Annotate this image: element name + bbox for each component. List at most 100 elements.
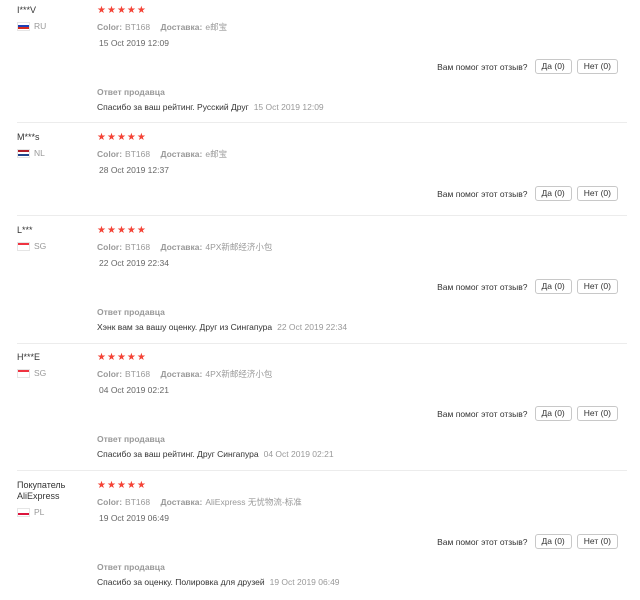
review-date: 28 Oct 2019 12:37 (99, 165, 169, 175)
seller-reply-label: Ответ продавца (97, 307, 165, 317)
delivery-label: Доставка: (160, 497, 203, 507)
helpful-question: Вам помог этот отзыв? (437, 61, 528, 72)
color-value: BT168 (125, 497, 151, 507)
helpful-no-button[interactable]: Нет (0) (576, 279, 618, 294)
delivery-value: 4PX新邮经济小包 (205, 369, 273, 379)
helpful-yes-button[interactable]: Да (0) (534, 406, 572, 421)
helpful-vote: Вам помог этот отзыв? Да (0) Нет (0) (437, 279, 618, 294)
helpful-vote: Вам помог этот отзыв? Да (0) Нет (0) (437, 186, 618, 201)
reviewer-name: M***s (17, 132, 40, 142)
country-code: NL (34, 148, 45, 158)
color-label: Color: (97, 22, 123, 32)
star-icon: ★ (136, 225, 146, 236)
seller-reply: Спасибо за ваш рейтинг. Друг Сингапура 04… (97, 449, 334, 459)
country-flag-icon (17, 21, 30, 31)
order-info: Color: BT168 Доставка: e邮宝 (97, 148, 227, 160)
star-icon: ★ (136, 352, 146, 363)
seller-reply-label: Ответ продавца (97, 562, 165, 572)
helpful-yes-button[interactable]: Да (0) (534, 279, 572, 294)
star-icon: ★ (106, 352, 116, 363)
star-icon: ★ (97, 480, 106, 491)
review-divider (17, 215, 627, 216)
country-flag-icon (17, 241, 30, 251)
star-icon: ★ (97, 5, 106, 16)
seller-reply-text: Спасибо за ваш рейтинг. Русский Друг (97, 102, 249, 112)
country-flag-icon (17, 507, 30, 517)
helpful-no-button[interactable]: Нет (0) (576, 186, 618, 201)
reviewer-country: NL (17, 148, 45, 158)
star-icon: ★ (126, 480, 136, 491)
delivery-label: Доставка: (160, 242, 203, 252)
helpful-question: Вам помог этот отзыв? (437, 281, 528, 292)
color-value: BT168 (125, 369, 151, 379)
reviewer-country: SG (17, 241, 46, 251)
star-icon: ★ (106, 225, 116, 236)
order-info: Color: BT168 Доставка: e邮宝 (97, 21, 227, 33)
color-value: BT168 (125, 242, 151, 252)
helpful-no-button[interactable]: Нет (0) (576, 59, 618, 74)
delivery-value: e邮宝 (205, 22, 228, 32)
helpful-vote: Вам помог этот отзыв? Да (0) Нет (0) (437, 59, 618, 74)
star-icon: ★ (136, 132, 146, 143)
helpful-no-button[interactable]: Нет (0) (576, 406, 618, 421)
star-icon: ★ (136, 480, 146, 491)
star-rating: ★ ★ ★ ★ ★ (97, 353, 146, 363)
seller-reply-date: 22 Oct 2019 22:34 (277, 322, 348, 332)
review-date: 19 Oct 2019 06:49 (99, 513, 169, 523)
color-label: Color: (97, 149, 123, 159)
seller-reply: Спасибо за ваш рейтинг. Русский Друг 15 O… (97, 102, 324, 112)
review-divider (17, 122, 627, 123)
star-icon: ★ (106, 5, 116, 16)
helpful-question: Вам помог этот отзыв? (437, 408, 528, 419)
delivery-value: AliExpress 无忧物流-标准 (205, 497, 302, 507)
seller-reply: Спасибо за оценку. Полировка для друзей 1… (97, 577, 340, 587)
reviewer-name: Покупатель AliExpress (17, 480, 66, 501)
color-label: Color: (97, 369, 123, 379)
review-divider (17, 470, 627, 471)
star-icon: ★ (126, 5, 136, 16)
star-icon: ★ (126, 132, 136, 143)
star-icon: ★ (116, 132, 126, 143)
star-rating: ★ ★ ★ ★ ★ (97, 226, 146, 236)
delivery-value: e邮宝 (205, 149, 228, 159)
star-icon: ★ (116, 5, 126, 16)
star-rating: ★ ★ ★ ★ ★ (97, 6, 146, 16)
helpful-yes-button[interactable]: Да (0) (534, 59, 572, 74)
seller-reply-date: 19 Oct 2019 06:49 (269, 577, 340, 587)
delivery-label: Доставка: (160, 22, 203, 32)
reviewer-name: H***E (17, 352, 41, 362)
helpful-vote: Вам помог этот отзыв? Да (0) Нет (0) (437, 406, 618, 421)
reviewer-name: L*** (17, 225, 33, 235)
helpful-yes-button[interactable]: Да (0) (534, 186, 572, 201)
star-rating: ★ ★ ★ ★ ★ (97, 481, 146, 491)
star-icon: ★ (106, 480, 116, 491)
country-flag-icon (17, 368, 30, 378)
review-divider (17, 343, 627, 344)
color-label: Color: (97, 242, 123, 252)
seller-reply-date: 04 Oct 2019 02:21 (263, 449, 334, 459)
country-code: PL (34, 507, 45, 517)
seller-reply-label: Ответ продавца (97, 87, 165, 97)
seller-reply-text: Хэнк вам за вашу оценку. Друг из Сингапу… (97, 322, 273, 332)
reviewer-name: I***V (17, 5, 37, 15)
helpful-question: Вам помог этот отзыв? (437, 188, 528, 199)
star-icon: ★ (97, 132, 106, 143)
helpful-yes-button[interactable]: Да (0) (534, 534, 572, 549)
order-info: Color: BT168 Доставка: AliExpress 无忧物流-标准 (97, 496, 302, 508)
seller-reply-label: Ответ продавца (97, 434, 165, 444)
review-date: 22 Oct 2019 22:34 (99, 258, 169, 268)
order-info: Color: BT168 Доставка: 4PX新邮经济小包 (97, 241, 272, 253)
star-icon: ★ (97, 225, 106, 236)
seller-reply: Хэнк вам за вашу оценку. Друг из Сингапу… (97, 322, 347, 332)
seller-reply-date: 15 Oct 2019 12:09 (253, 102, 324, 112)
country-code: RU (34, 21, 47, 31)
seller-reply-text: Спасибо за ваш рейтинг. Друг Сингапура (97, 449, 259, 459)
color-value: BT168 (125, 22, 151, 32)
country-code: SG (34, 241, 47, 251)
star-icon: ★ (136, 5, 146, 16)
star-icon: ★ (116, 225, 126, 236)
review-date: 04 Oct 2019 02:21 (99, 385, 169, 395)
helpful-no-button[interactable]: Нет (0) (576, 534, 618, 549)
star-icon: ★ (106, 132, 116, 143)
country-flag-icon (17, 148, 30, 158)
